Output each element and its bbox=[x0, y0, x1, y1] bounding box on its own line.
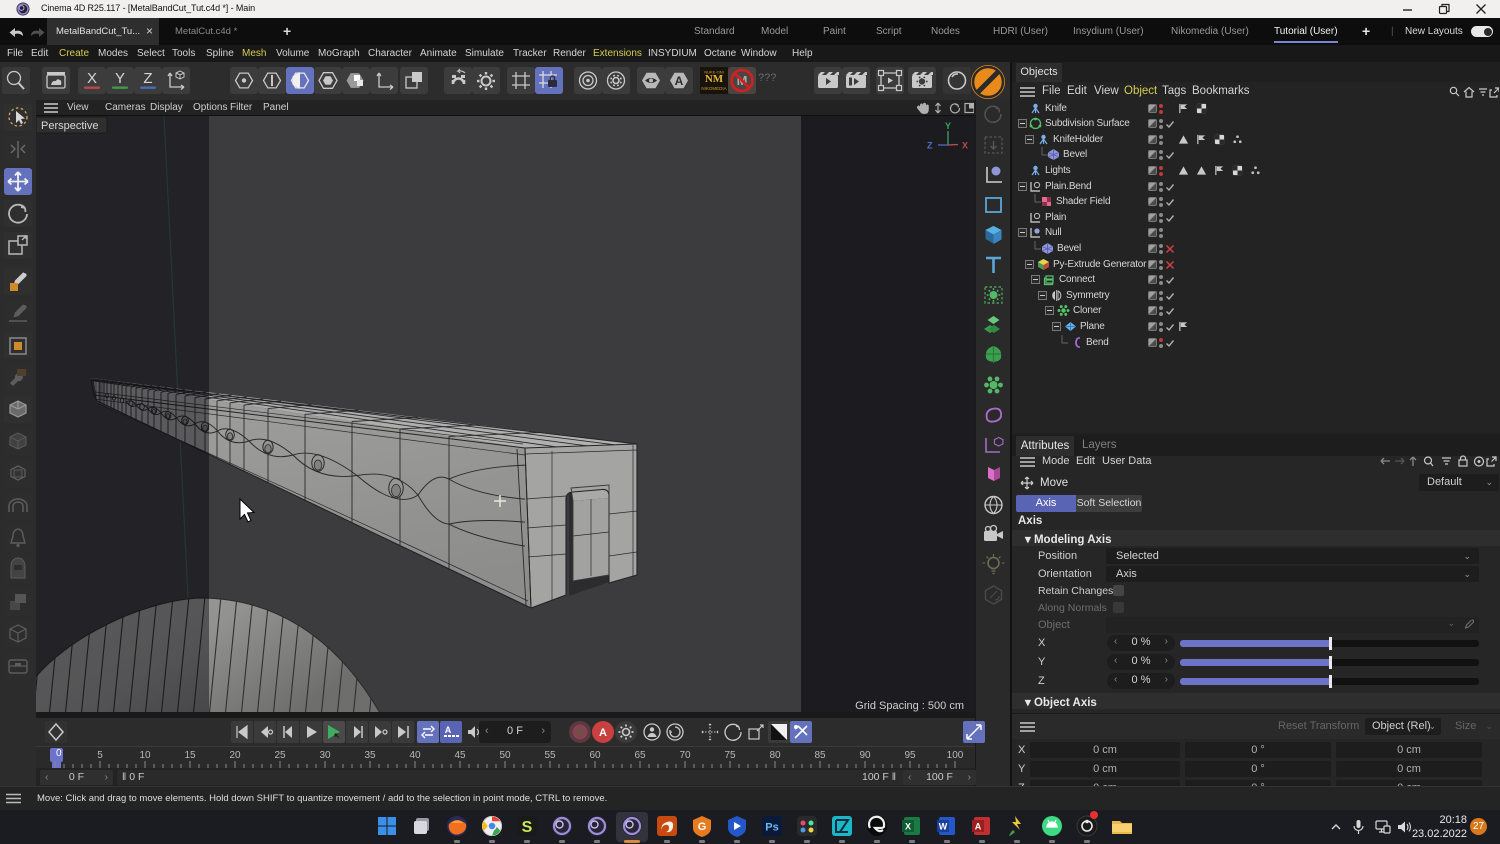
svg-text:90: 90 bbox=[859, 750, 871, 761]
svg-text:Y: Y bbox=[945, 121, 951, 131]
svg-text:G: G bbox=[698, 821, 707, 833]
svg-text:15: 15 bbox=[184, 750, 196, 761]
svg-text:95: 95 bbox=[904, 750, 916, 761]
svg-text:NM: NM bbox=[705, 73, 724, 85]
svg-text:40: 40 bbox=[409, 750, 421, 761]
svg-text:10: 10 bbox=[139, 750, 151, 761]
svg-text:Ps: Ps bbox=[765, 822, 778, 834]
svg-text:80: 80 bbox=[769, 750, 781, 761]
svg-text:W: W bbox=[939, 822, 948, 832]
svg-text:A: A bbox=[675, 74, 684, 88]
svg-text:A: A bbox=[975, 822, 982, 832]
svg-text:30: 30 bbox=[319, 750, 331, 761]
svg-text:Z: Z bbox=[143, 70, 152, 87]
svg-text:45: 45 bbox=[454, 750, 466, 761]
svg-text:60: 60 bbox=[589, 750, 601, 761]
svg-text:NUKE-ONI: NUKE-ONI bbox=[704, 70, 724, 75]
svg-text:65: 65 bbox=[634, 750, 646, 761]
svg-text:70: 70 bbox=[679, 750, 691, 761]
svg-text:Y: Y bbox=[115, 70, 125, 87]
svg-text:X: X bbox=[87, 70, 97, 87]
svg-text:100: 100 bbox=[947, 750, 964, 761]
svg-text:Perspective: Perspective bbox=[41, 120, 98, 132]
svg-text:S: S bbox=[522, 819, 533, 836]
svg-text:Z: Z bbox=[927, 141, 933, 151]
svg-text:35: 35 bbox=[364, 750, 376, 761]
svg-text:NIKOMEDIA: NIKOMEDIA bbox=[701, 86, 726, 91]
svg-text:85: 85 bbox=[814, 750, 826, 761]
svg-text:55: 55 bbox=[544, 750, 556, 761]
svg-text:20: 20 bbox=[229, 750, 241, 761]
svg-text:25: 25 bbox=[274, 750, 286, 761]
svg-text:X: X bbox=[905, 822, 911, 832]
svg-text:5: 5 bbox=[97, 750, 103, 761]
svg-text:75: 75 bbox=[724, 750, 736, 761]
svg-text:X: X bbox=[962, 141, 968, 151]
svg-text:Grid Spacing : 500 cm: Grid Spacing : 500 cm bbox=[855, 700, 964, 712]
svg-text:50: 50 bbox=[499, 750, 511, 761]
